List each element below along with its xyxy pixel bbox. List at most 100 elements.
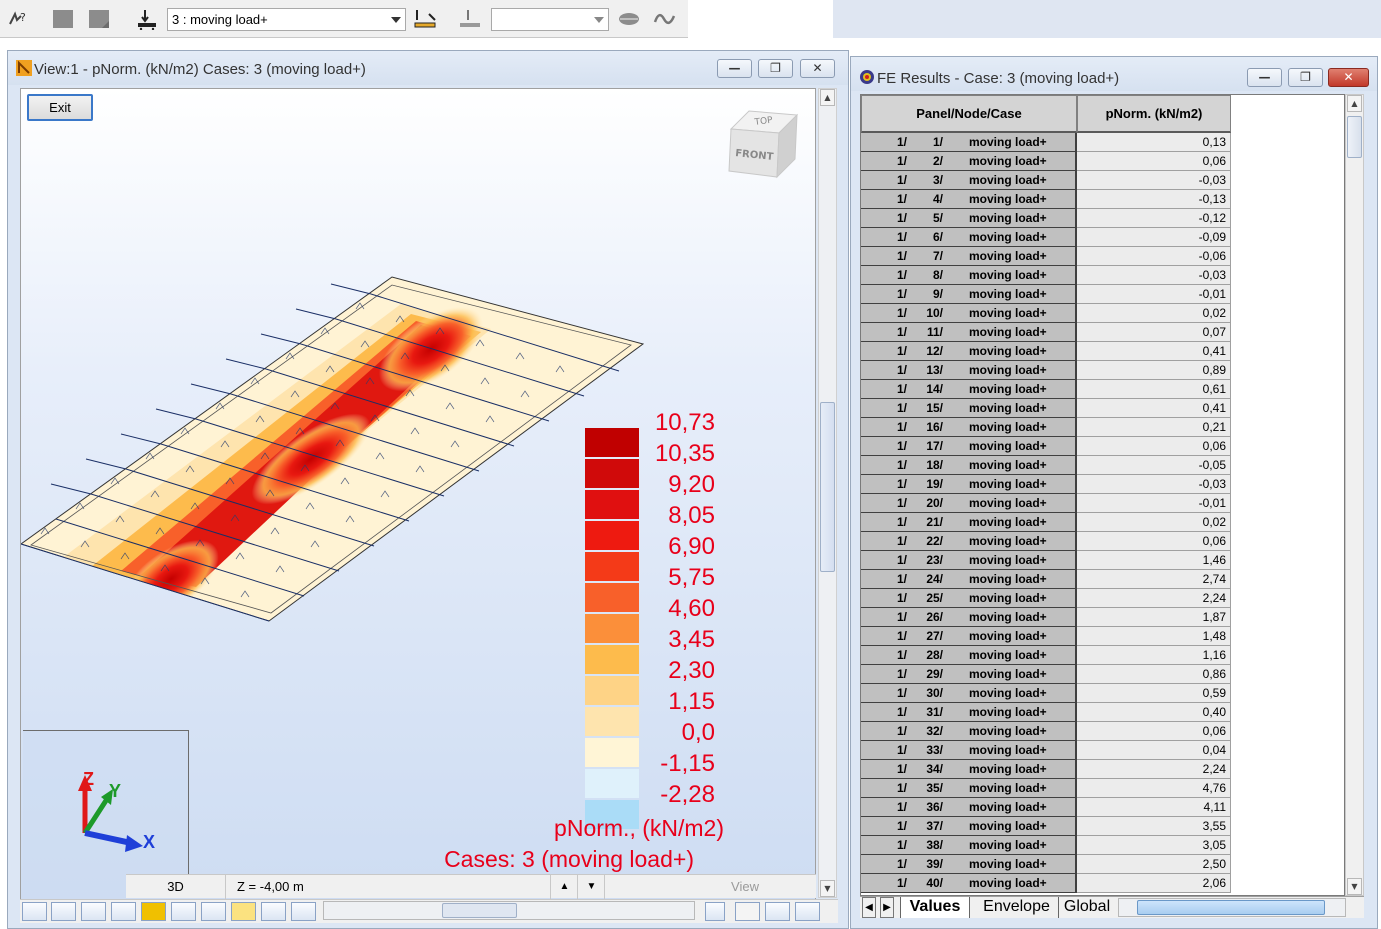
value-cell[interactable]: -0,12: [1077, 209, 1231, 228]
value-cell[interactable]: 0,41: [1077, 342, 1231, 361]
results-table[interactable]: Panel/Node/Case pNorm. (kN/m2) 1/1/movin…: [860, 94, 1345, 896]
row-header-cell[interactable]: 1/5/moving load+: [861, 209, 1077, 228]
value-cell[interactable]: -0,13: [1077, 190, 1231, 209]
table-row[interactable]: 1/40/moving load+ 2,06: [861, 874, 1231, 893]
view-window-titlebar[interactable]: View:1 - pNorm. (kN/m2) Cases: 3 (moving…: [8, 51, 848, 85]
load-display-icon[interactable]: [111, 902, 136, 921]
value-cell[interactable]: 2,24: [1077, 760, 1231, 779]
wave-icon[interactable]: [653, 8, 676, 30]
z-up-button[interactable]: ▲: [552, 875, 578, 899]
value-cell[interactable]: 4,11: [1077, 798, 1231, 817]
tab-values[interactable]: Values: [900, 897, 970, 918]
row-header-cell[interactable]: 1/1/moving load+: [861, 133, 1077, 152]
row-header-cell[interactable]: 1/11/moving load+: [861, 323, 1077, 342]
row-header-cell[interactable]: 1/23/moving load+: [861, 551, 1077, 570]
value-cell[interactable]: -0,01: [1077, 494, 1231, 513]
row-header-cell[interactable]: 1/21/moving load+: [861, 513, 1077, 532]
row-header-cell[interactable]: 1/4/moving load+: [861, 190, 1077, 209]
close-button[interactable]: ✕: [800, 59, 835, 78]
row-header-cell[interactable]: 1/34/moving load+: [861, 760, 1077, 779]
value-cell[interactable]: 0,89: [1077, 361, 1231, 380]
value-cell[interactable]: 1,48: [1077, 627, 1231, 646]
table-row[interactable]: 1/33/moving load+ 0,04: [861, 741, 1231, 760]
row-header-cell[interactable]: 1/13/moving load+: [861, 361, 1077, 380]
table-row[interactable]: 1/10/moving load+ 0,02: [861, 304, 1231, 323]
value-cell[interactable]: -0,01: [1077, 285, 1231, 304]
row-header-cell[interactable]: 1/36/moving load+: [861, 798, 1077, 817]
value-cell[interactable]: 0,06: [1077, 152, 1231, 171]
load-case-select[interactable]: 3 : moving load+: [167, 8, 406, 31]
table-row[interactable]: 1/38/moving load+ 3,05: [861, 836, 1231, 855]
row-header-cell[interactable]: 1/2/moving load+: [861, 152, 1077, 171]
table-row[interactable]: 1/25/moving load+ 2,24: [861, 589, 1231, 608]
values-icon[interactable]: [261, 902, 286, 921]
value-cell[interactable]: 0,13: [1077, 133, 1231, 152]
hscroll-thumb[interactable]: [442, 903, 517, 918]
row-header-cell[interactable]: 1/14/moving load+: [861, 380, 1077, 399]
value-cell[interactable]: 0,06: [1077, 722, 1231, 741]
scroll-up-arrow[interactable]: ▲: [820, 89, 835, 106]
table-row[interactable]: 1/13/moving load+ 0,89: [861, 361, 1231, 380]
render-icon[interactable]: [795, 902, 820, 921]
row-header-cell[interactable]: 1/29/moving load+: [861, 665, 1077, 684]
tab-global[interactable]: Global: [1062, 897, 1112, 918]
table-row[interactable]: 1/5/moving load+ -0,12: [861, 209, 1231, 228]
load-icon[interactable]: [458, 8, 480, 30]
row-header-cell[interactable]: 1/40/moving load+: [861, 874, 1077, 893]
value-cell[interactable]: 1,46: [1077, 551, 1231, 570]
secondary-select[interactable]: [491, 8, 609, 31]
value-cell[interactable]: 1,87: [1077, 608, 1231, 627]
table-row[interactable]: 1/37/moving load+ 3,55: [861, 817, 1231, 836]
moving-load-icon[interactable]: [413, 8, 436, 30]
row-header-cell[interactable]: 1/9/moving load+: [861, 285, 1077, 304]
grid-icon[interactable]: [231, 902, 256, 921]
minimize-button[interactable]: —: [717, 59, 752, 78]
table-row[interactable]: 1/29/moving load+ 0,86: [861, 665, 1231, 684]
row-header-cell[interactable]: 1/39/moving load+: [861, 855, 1077, 874]
row-header-cell[interactable]: 1/17/moving load+: [861, 437, 1077, 456]
value-cell[interactable]: 2,06: [1077, 874, 1231, 893]
row-header-cell[interactable]: 1/3/moving load+: [861, 171, 1077, 190]
table-row[interactable]: 1/27/moving load+ 1,48: [861, 627, 1231, 646]
table-row[interactable]: 1/21/moving load+ 0,02: [861, 513, 1231, 532]
value-cell[interactable]: 0,86: [1077, 665, 1231, 684]
value-cell[interactable]: 2,24: [1077, 589, 1231, 608]
value-cell[interactable]: 3,55: [1077, 817, 1231, 836]
fe-window-titlebar[interactable]: FE Results - Case: 3 (moving load+) — ❐ …: [851, 57, 1377, 91]
table-row[interactable]: 1/4/moving load+ -0,13: [861, 190, 1231, 209]
value-cell[interactable]: -0,03: [1077, 475, 1231, 494]
row-header-cell[interactable]: 1/25/moving load+: [861, 589, 1077, 608]
row-header-cell[interactable]: 1/38/moving load+: [861, 836, 1077, 855]
load-yellow-icon[interactable]: [141, 902, 166, 921]
row-header-cell[interactable]: 1/32/moving load+: [861, 722, 1077, 741]
table-row[interactable]: 1/3/moving load+ -0,03: [861, 171, 1231, 190]
table-row[interactable]: 1/9/moving load+ -0,01: [861, 285, 1231, 304]
tab-scroll-right[interactable]: ▶: [880, 897, 894, 918]
value-cell[interactable]: -0,03: [1077, 266, 1231, 285]
table-row[interactable]: 1/11/moving load+ 0,07: [861, 323, 1231, 342]
play-icon[interactable]: [705, 902, 725, 921]
restore-button[interactable]: ❐: [1288, 68, 1323, 87]
table-row[interactable]: 1/35/moving load+ 4,76: [861, 779, 1231, 798]
value-cell[interactable]: 3,05: [1077, 836, 1231, 855]
help-cursor-icon[interactable]: ?: [6, 8, 28, 30]
lips-icon[interactable]: [617, 8, 639, 30]
scroll-down-arrow[interactable]: ▼: [820, 880, 835, 897]
tab-scroll-left[interactable]: ◀: [862, 897, 876, 918]
value-cell[interactable]: 1,16: [1077, 646, 1231, 665]
value-cell[interactable]: 0,02: [1077, 304, 1231, 323]
table-row[interactable]: 1/6/moving load+ -0,09: [861, 228, 1231, 247]
restore-button[interactable]: ❐: [758, 59, 793, 78]
table-row[interactable]: 1/1/moving load+ 0,13: [861, 133, 1231, 152]
surface-icon[interactable]: [201, 902, 226, 921]
hscroll-thumb[interactable]: [1137, 900, 1325, 915]
value-cell[interactable]: 0,06: [1077, 532, 1231, 551]
table-row[interactable]: 1/20/moving load+ -0,01: [861, 494, 1231, 513]
view-vertical-scrollbar[interactable]: ▲ ▼: [818, 88, 837, 898]
table-row[interactable]: 1/16/moving load+ 0,21: [861, 418, 1231, 437]
value-cell[interactable]: 0,21: [1077, 418, 1231, 437]
table-row[interactable]: 1/39/moving load+ 2,50: [861, 855, 1231, 874]
scroll-thumb[interactable]: [1347, 116, 1362, 158]
row-header-cell[interactable]: 1/15/moving load+: [861, 399, 1077, 418]
value-cell[interactable]: 4,76: [1077, 779, 1231, 798]
